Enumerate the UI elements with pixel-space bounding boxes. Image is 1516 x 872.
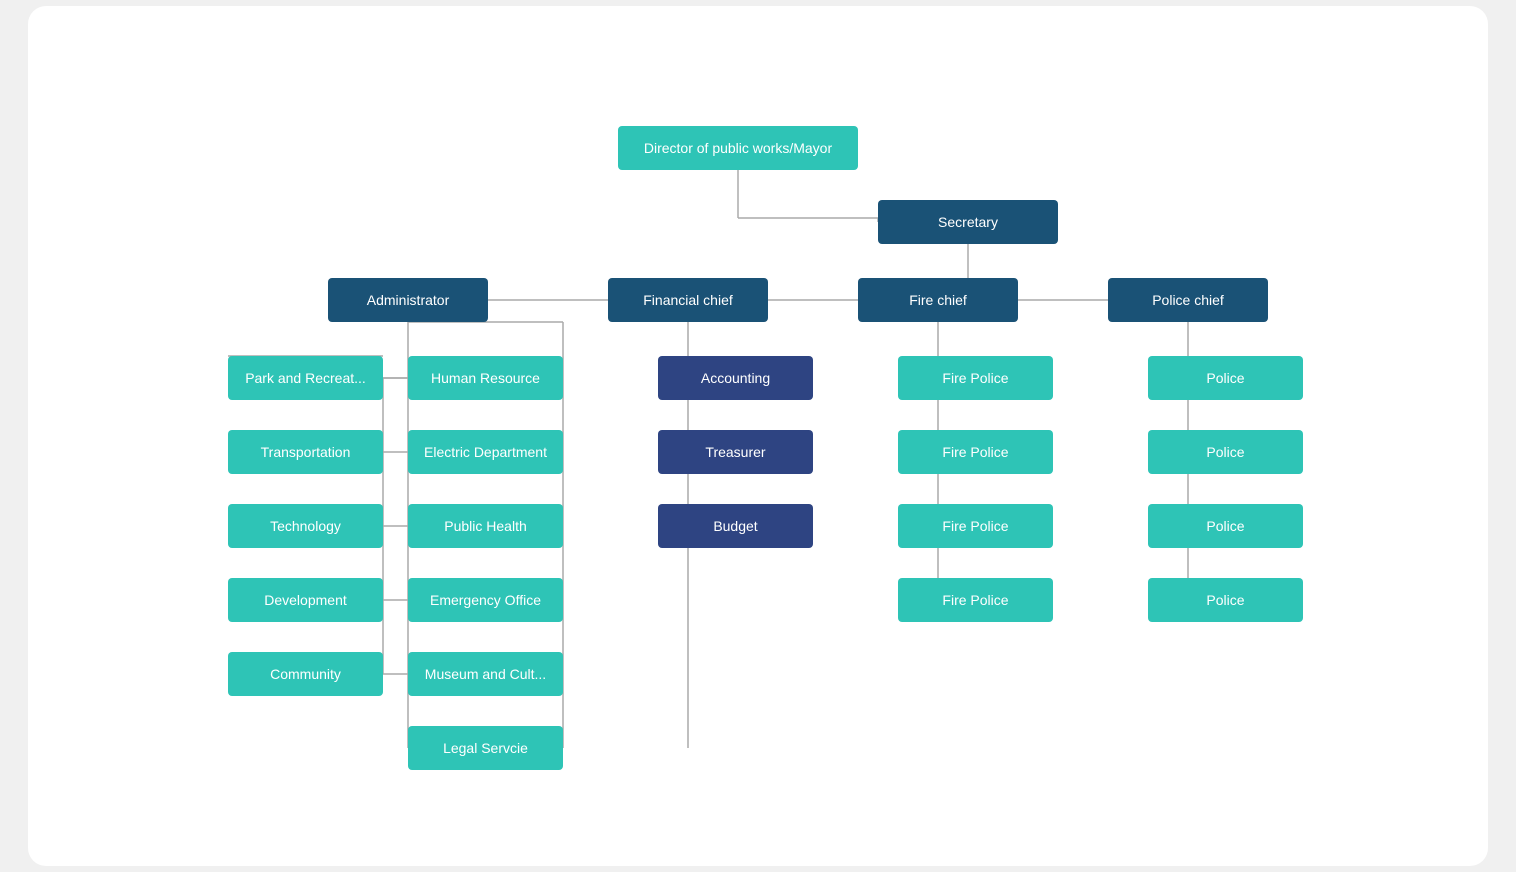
park-node: Park and Recreat... [228,356,383,400]
public-health-node: Public Health [408,504,563,548]
transportation-node: Transportation [228,430,383,474]
administrator-node: Administrator [328,278,488,322]
police-chief-node: Police chief [1108,278,1268,322]
director-node: Director of public works/Mayor [618,126,858,170]
fire1-node: Fire Police [898,356,1053,400]
treasurer-node: Treasurer [658,430,813,474]
fire3-node: Fire Police [898,504,1053,548]
financial-chief-node: Financial chief [608,278,768,322]
accounting-node: Accounting [658,356,813,400]
org-chart: Director of public works/Mayor Secretary… [58,46,1458,826]
technology-node: Technology [228,504,383,548]
org-chart-card: Director of public works/Mayor Secretary… [28,6,1488,866]
fire-chief-node: Fire chief [858,278,1018,322]
emergency-office-node: Emergency Office [408,578,563,622]
development-node: Development [228,578,383,622]
electric-dept-node: Electric Department [408,430,563,474]
police4-node: Police [1148,578,1303,622]
secretary-node: Secretary [878,200,1058,244]
budget-node: Budget [658,504,813,548]
fire4-node: Fire Police [898,578,1053,622]
legal-service-node: Legal Servcie [408,726,563,770]
fire2-node: Fire Police [898,430,1053,474]
community-node: Community [228,652,383,696]
police1-node: Police [1148,356,1303,400]
police3-node: Police [1148,504,1303,548]
police2-node: Police [1148,430,1303,474]
museum-node: Museum and Cult... [408,652,563,696]
human-resource-node: Human Resource [408,356,563,400]
